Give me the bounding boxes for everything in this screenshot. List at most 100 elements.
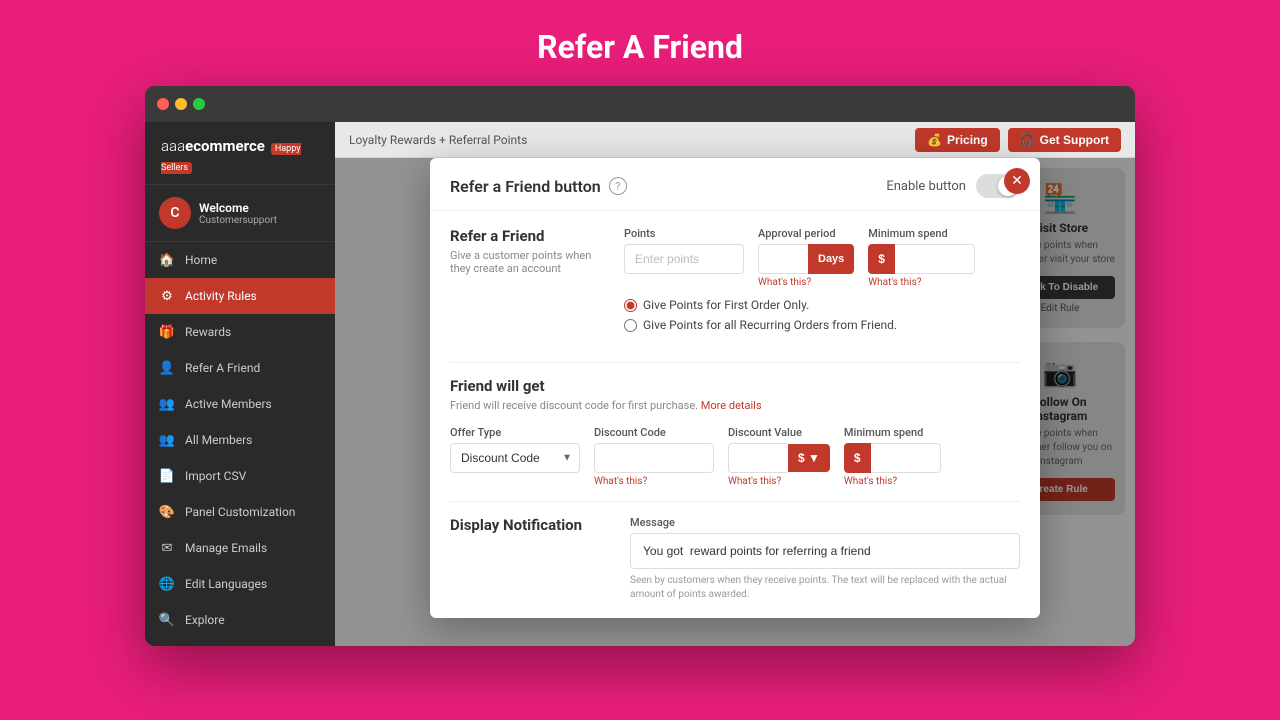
- offer-type-select[interactable]: Discount Code Free Shipping Fixed Amount: [450, 443, 580, 473]
- min-spend-field-group: Minimum spend $ What's this?: [868, 227, 975, 288]
- support-label: Get Support: [1040, 133, 1109, 147]
- refer-fields: Points Approval period 0: [624, 227, 1020, 348]
- discount-code-label: Discount Code: [594, 426, 714, 439]
- radio-first-order-label: Give Points for First Order Only.: [643, 298, 809, 312]
- browser-window: aaaecommerce Happy Sellers C Welcome Cus…: [145, 86, 1135, 646]
- sidebar-item-import-csv[interactable]: 📄 Import CSV: [145, 458, 335, 494]
- discount-value-label: Discount Value: [728, 426, 830, 439]
- main-topbar: Loyalty Rewards + Referral Points 💰 Pric…: [335, 122, 1135, 158]
- sidebar: aaaecommerce Happy Sellers C Welcome Cus…: [145, 122, 335, 646]
- discount-value-whatsthis[interactable]: What's this?: [728, 476, 830, 487]
- sidebar-item-manage-emails[interactable]: ✉ Manage Emails: [145, 530, 335, 566]
- user-role: Customersupport: [199, 215, 277, 226]
- sidebar-item-refer-a-friend[interactable]: 👤 Refer A Friend: [145, 350, 335, 386]
- sidebar-item-active-members[interactable]: 👥 Active Members: [145, 386, 335, 422]
- support-button[interactable]: 🎧 Get Support: [1008, 128, 1121, 152]
- sidebar-item-label: All Members: [185, 433, 252, 447]
- friend-section-desc: Friend will receive discount code for fi…: [450, 399, 1020, 412]
- browser-body: aaaecommerce Happy Sellers C Welcome Cus…: [145, 122, 1135, 646]
- sidebar-item-label: Activity Rules: [185, 289, 257, 303]
- points-field-group: Points: [624, 227, 744, 288]
- discount-value-input[interactable]: [728, 443, 788, 473]
- all-members-icon: 👥: [159, 432, 175, 448]
- sidebar-item-activity-rules[interactable]: ⚙ Activity Rules: [145, 278, 335, 314]
- discount-dollar-button[interactable]: $ ▼: [788, 444, 830, 472]
- sidebar-item-label: Explore: [185, 613, 225, 627]
- friend-min-spend-group: Minimum spend $ What's this?: [844, 426, 941, 487]
- main-area: Loyalty Rewards + Referral Points 💰 Pric…: [335, 122, 1135, 646]
- points-row: Points Approval period 0: [624, 227, 1020, 288]
- discount-code-input[interactable]: [594, 443, 714, 473]
- sidebar-item-all-members[interactable]: 👥 All Members: [145, 422, 335, 458]
- sidebar-item-label: Active Members: [185, 397, 272, 411]
- radio-recurring[interactable]: Give Points for all Recurring Orders fro…: [624, 318, 1020, 332]
- dollar-button[interactable]: $: [868, 244, 895, 274]
- radio-group: Give Points for First Order Only. Give P…: [624, 298, 1020, 332]
- approval-field-group: Approval period 0 Days What's this?: [758, 227, 854, 288]
- friend-section: Friend will get Friend will receive disc…: [450, 377, 1020, 487]
- pricing-label: Pricing: [947, 133, 988, 147]
- radio-first-order[interactable]: Give Points for First Order Only.: [624, 298, 1020, 312]
- offer-type-select-wrapper: Discount Code Free Shipping Fixed Amount…: [450, 443, 580, 473]
- sidebar-item-explore[interactable]: 🔍 Explore: [145, 602, 335, 638]
- topbar-title: Loyalty Rewards + Referral Points: [349, 133, 527, 147]
- sidebar-item-label: Rewards: [185, 325, 231, 339]
- sidebar-item-label: Import CSV: [185, 469, 246, 483]
- section-divider: [450, 362, 1020, 363]
- enable-label: Enable button: [886, 179, 966, 194]
- modal-close-button[interactable]: ✕: [1004, 168, 1030, 194]
- discount-code-whatsthis[interactable]: What's this?: [594, 476, 714, 487]
- page-title: Refer A Friend: [0, 0, 1280, 86]
- dollar-input-row: $: [868, 244, 975, 274]
- approval-label: Approval period: [758, 227, 854, 240]
- user-area: C Welcome Customersupport: [145, 185, 335, 242]
- user-info: Welcome Customersupport: [199, 201, 277, 226]
- min-spend-whatsthis[interactable]: What's this?: [868, 277, 975, 288]
- offer-row: Offer Type Discount Code Free Shipping F…: [450, 426, 1020, 487]
- sidebar-item-edit-languages[interactable]: 🌐 Edit Languages: [145, 566, 335, 602]
- sidebar-item-label: Panel Customization: [185, 505, 295, 519]
- dot-red: [157, 98, 169, 110]
- min-spend-label: Minimum spend: [868, 227, 975, 240]
- days-input-row: 0 Days: [758, 244, 854, 274]
- browser-titlebar: [145, 86, 1135, 122]
- message-group: Message Seen by customers when they rece…: [630, 516, 1020, 602]
- approval-whatsthis[interactable]: What's this?: [758, 277, 854, 288]
- points-label: Points: [624, 227, 744, 240]
- modal-body: Refer a Friend Give a customer points wh…: [430, 211, 1040, 618]
- sidebar-item-rewards[interactable]: 🎁 Rewards: [145, 314, 335, 350]
- support-icon: 🎧: [1020, 133, 1035, 147]
- days-button[interactable]: Days: [808, 244, 854, 274]
- explore-icon: 🔍: [159, 612, 175, 628]
- dot-green: [193, 98, 205, 110]
- radio-recurring-label: Give Points for all Recurring Orders fro…: [643, 318, 897, 332]
- sidebar-item-panel-customization[interactable]: 🎨 Panel Customization: [145, 494, 335, 530]
- notif-title: Display Notification: [450, 516, 610, 598]
- message-input[interactable]: [630, 533, 1020, 569]
- browser-dots: [157, 98, 205, 110]
- notification-section: Display Notification Message Seen by cus…: [450, 516, 1020, 602]
- friend-min-spend-whatsthis[interactable]: What's this?: [844, 476, 941, 487]
- sidebar-item-label: Refer A Friend: [185, 361, 260, 375]
- offer-type-group: Offer Type Discount Code Free Shipping F…: [450, 426, 580, 487]
- offer-type-label: Offer Type: [450, 426, 580, 439]
- friend-min-spend-input[interactable]: [871, 443, 941, 473]
- refer-section: Refer a Friend Give a customer points wh…: [450, 227, 1020, 348]
- approval-input[interactable]: 0: [758, 244, 808, 274]
- points-input[interactable]: [624, 244, 744, 274]
- help-icon[interactable]: ?: [609, 177, 627, 195]
- modal-header: Refer a Friend button ? Enable button: [430, 158, 1040, 211]
- min-spend-input[interactable]: [895, 244, 975, 274]
- more-details-link[interactable]: More details: [701, 399, 762, 412]
- rewards-icon: 🎁: [159, 324, 175, 340]
- section-divider-2: [450, 501, 1020, 502]
- friend-dollar-button[interactable]: $: [844, 443, 871, 473]
- import-icon: 📄: [159, 468, 175, 484]
- dot-yellow: [175, 98, 187, 110]
- sidebar-item-label: Manage Emails: [185, 541, 267, 555]
- enable-row: Enable button: [886, 174, 1020, 198]
- discount-value-group: Discount Value $ ▼ What's this?: [728, 426, 830, 487]
- sidebar-item-home[interactable]: 🏠 Home: [145, 242, 335, 278]
- pricing-button[interactable]: 💰 Pricing: [915, 128, 1000, 152]
- pricing-icon: 💰: [927, 133, 942, 147]
